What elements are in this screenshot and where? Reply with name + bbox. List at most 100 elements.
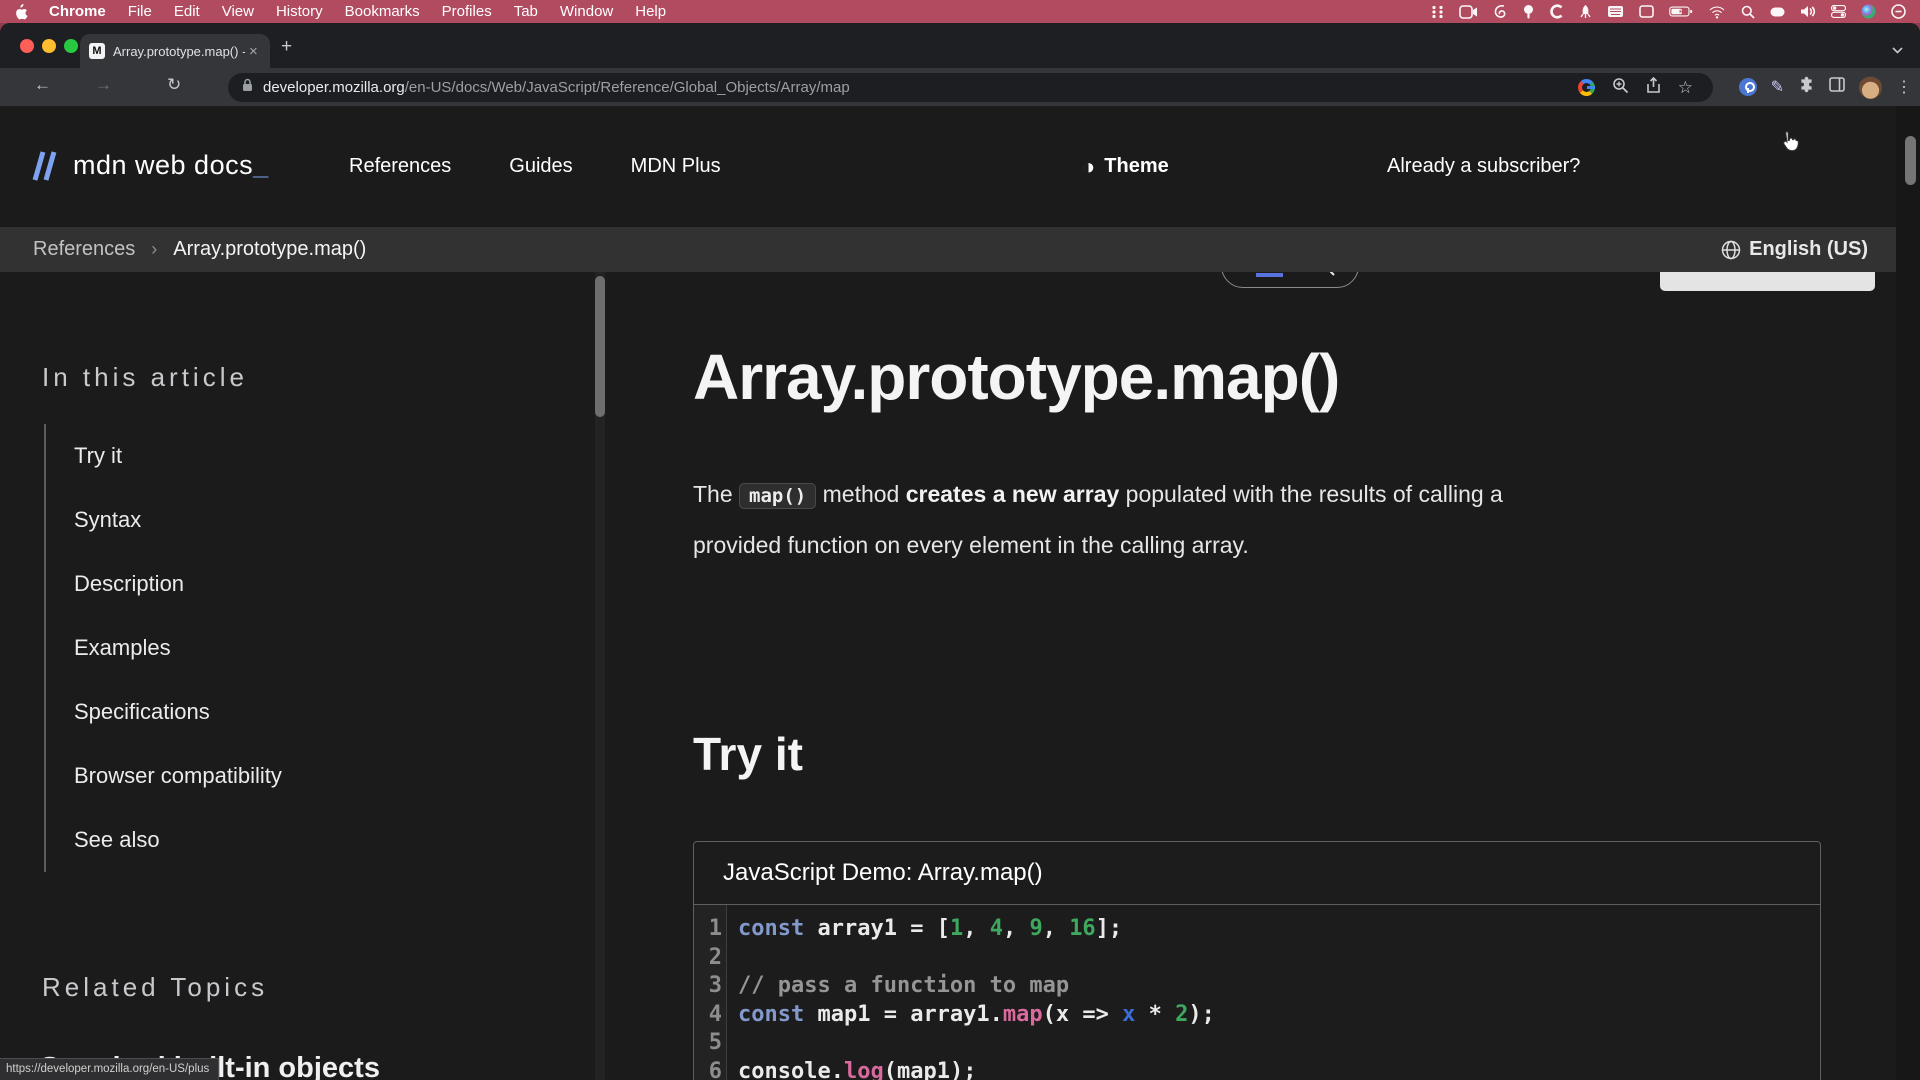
theme-toggle[interactable]: ◑ Theme: [1082, 106, 1169, 227]
mdn-logo[interactable]: mdn web docs_: [30, 150, 268, 181]
breadcrumb-references-link[interactable]: References: [33, 238, 135, 261]
menu-profiles[interactable]: Profiles: [431, 3, 503, 20]
url-domain: developer.mozilla.org: [263, 79, 405, 96]
toc-item-description[interactable]: Description: [46, 552, 504, 616]
menu-tab[interactable]: Tab: [503, 3, 549, 20]
intro-bold: creates a new array: [906, 481, 1120, 507]
password-manager-extension-icon[interactable]: [1739, 78, 1757, 96]
site-nav: References Guides MDN Plus: [349, 106, 721, 227]
sidebar-panel-icon[interactable]: [1829, 77, 1845, 97]
browser-tab[interactable]: M Array.prototype.map() - JavaS ×: [80, 34, 270, 68]
macos-menubar: Chrome FileEditViewHistoryBookmarksProfi…: [0, 0, 1920, 23]
mdn-site-header: mdn web docs_ References Guides MDN Plus ◑…: [0, 106, 1896, 227]
line-number: 3: [694, 972, 726, 1001]
window-app-icon[interactable]: [1639, 5, 1654, 18]
already-subscriber-link[interactable]: Already a subscriber?: [1387, 106, 1580, 227]
menu-help[interactable]: Help: [624, 3, 677, 20]
browser-menu-icon[interactable]: ⋮: [1896, 77, 1912, 97]
nav-guides[interactable]: Guides: [509, 155, 572, 178]
screen-record-icon[interactable]: [1459, 5, 1478, 19]
toc-item-try-it[interactable]: Try it: [46, 424, 504, 488]
nav-mdn-plus[interactable]: MDN Plus: [631, 155, 721, 178]
page-scrollbar-thumb[interactable]: [1905, 136, 1916, 185]
c-app-icon[interactable]: [1550, 4, 1564, 19]
back-icon[interactable]: ←: [34, 75, 51, 95]
siri-icon[interactable]: [1861, 4, 1876, 19]
paddle-app-icon[interactable]: [1522, 4, 1535, 19]
bookmark-star-icon[interactable]: ☆: [1678, 78, 1693, 98]
spotlight-icon[interactable]: [1741, 5, 1755, 19]
tab-close-icon[interactable]: ×: [249, 44, 258, 59]
reload-icon[interactable]: ↻: [167, 75, 181, 95]
swirl-app-icon[interactable]: [1493, 4, 1507, 19]
intro-tail2: provided function on every element in th…: [693, 532, 1249, 558]
pill-icon[interactable]: [1770, 7, 1785, 17]
mouse-cursor-hand: [1778, 129, 1802, 160]
google-account-icon[interactable]: [1578, 79, 1595, 96]
code-line: [727, 944, 1820, 973]
rocket-app-icon[interactable]: [1579, 4, 1592, 19]
close-window-button[interactable]: [20, 39, 34, 53]
profile-avatar[interactable]: [1859, 76, 1882, 99]
interactive-demo: JavaScript Demo: Array.map() 12345678 co…: [693, 841, 1821, 1080]
app-dots-icon[interactable]: [1431, 5, 1444, 19]
menubar-status-icons: [1431, 4, 1906, 19]
code-line: const array1 = [1, 4, 9, 16];: [727, 915, 1820, 944]
menu-view[interactable]: View: [211, 3, 265, 20]
mdn-logo-text: mdn web docs: [73, 150, 253, 181]
code-line: [727, 1029, 1820, 1058]
code-line: const map1 = array1.map(x => x * 2);: [727, 1001, 1820, 1030]
tab-strip: M Array.prototype.map() - JavaS × +: [0, 23, 1920, 68]
menu-edit[interactable]: Edit: [163, 3, 211, 20]
forward-icon[interactable]: →: [95, 75, 112, 95]
intro-paragraph: The map() method creates a new array pop…: [693, 470, 1873, 570]
keyboard-app-icon[interactable]: [1607, 5, 1624, 18]
menubar-menus: FileEditViewHistoryBookmarksProfilesTabW…: [117, 3, 677, 20]
nav-references[interactable]: References: [349, 155, 451, 178]
minimize-window-button[interactable]: [42, 39, 56, 53]
tab-search-chevron-icon[interactable]: [1892, 41, 1903, 59]
demo-title: JavaScript Demo: Array.map(): [694, 842, 1820, 905]
page-scrollbar-track[interactable]: [1896, 106, 1920, 1080]
tryit-heading: Try it: [693, 727, 803, 781]
control-center-icon[interactable]: [1831, 5, 1846, 18]
toc-item-syntax[interactable]: Syntax: [46, 488, 504, 552]
intro-tail1: populated with the results of calling a: [1119, 481, 1503, 507]
toc-item-specifications[interactable]: Specifications: [46, 680, 504, 744]
language-label: English (US): [1749, 238, 1868, 261]
code-lines[interactable]: const array1 = [1, 4, 9, 16]; // pass a …: [727, 905, 1820, 1080]
line-number-gutter: 12345678: [694, 905, 727, 1080]
battery-icon[interactable]: [1669, 5, 1693, 18]
code-editor[interactable]: 12345678 const array1 = [1, 4, 9, 16]; /…: [694, 905, 1820, 1080]
fullscreen-window-button[interactable]: [64, 39, 78, 53]
toc-item-examples[interactable]: Examples: [46, 616, 504, 680]
volume-icon[interactable]: [1800, 5, 1816, 18]
menu-file[interactable]: File: [117, 3, 163, 20]
menu-bookmarks[interactable]: Bookmarks: [334, 3, 431, 20]
article-main: Array.prototype.map() The map() method c…: [605, 272, 1896, 1080]
theme-label: Theme: [1104, 155, 1168, 178]
toc-item-browser-compatibility[interactable]: Browser compatibility: [46, 744, 504, 808]
menu-history[interactable]: History: [265, 3, 334, 20]
lock-icon[interactable]: [242, 78, 253, 97]
line-number: 4: [694, 1001, 726, 1030]
breadcrumb-current: Array.prototype.map(): [173, 238, 366, 261]
new-tab-button[interactable]: +: [281, 36, 292, 58]
address-bar[interactable]: developer.mozilla.org/en-US/docs/Web/Jav…: [228, 73, 1713, 102]
zoom-page-icon[interactable]: [1612, 77, 1629, 99]
intro-pre: The: [693, 481, 739, 507]
extensions-puzzle-icon[interactable]: [1798, 76, 1815, 98]
menu-chrome[interactable]: Chrome: [38, 3, 117, 20]
apple-menu-icon[interactable]: [14, 4, 28, 20]
line-number: 2: [694, 944, 726, 973]
share-icon[interactable]: [1646, 77, 1661, 99]
sidebar-scrollbar-thumb[interactable]: [595, 276, 605, 417]
menu-window[interactable]: Window: [549, 3, 624, 20]
browser-toolbar: ← → ↻ developer.mozilla.org/en-US/docs/W…: [0, 68, 1920, 106]
language-switcher[interactable]: English (US): [1721, 227, 1868, 272]
wifi-icon[interactable]: [1708, 5, 1726, 19]
toc-item-see-also[interactable]: See also: [46, 808, 504, 872]
page-title: Array.prototype.map(): [693, 340, 1339, 414]
focus-icon[interactable]: [1891, 4, 1906, 19]
pen-extension-icon[interactable]: ✎: [1771, 77, 1784, 97]
